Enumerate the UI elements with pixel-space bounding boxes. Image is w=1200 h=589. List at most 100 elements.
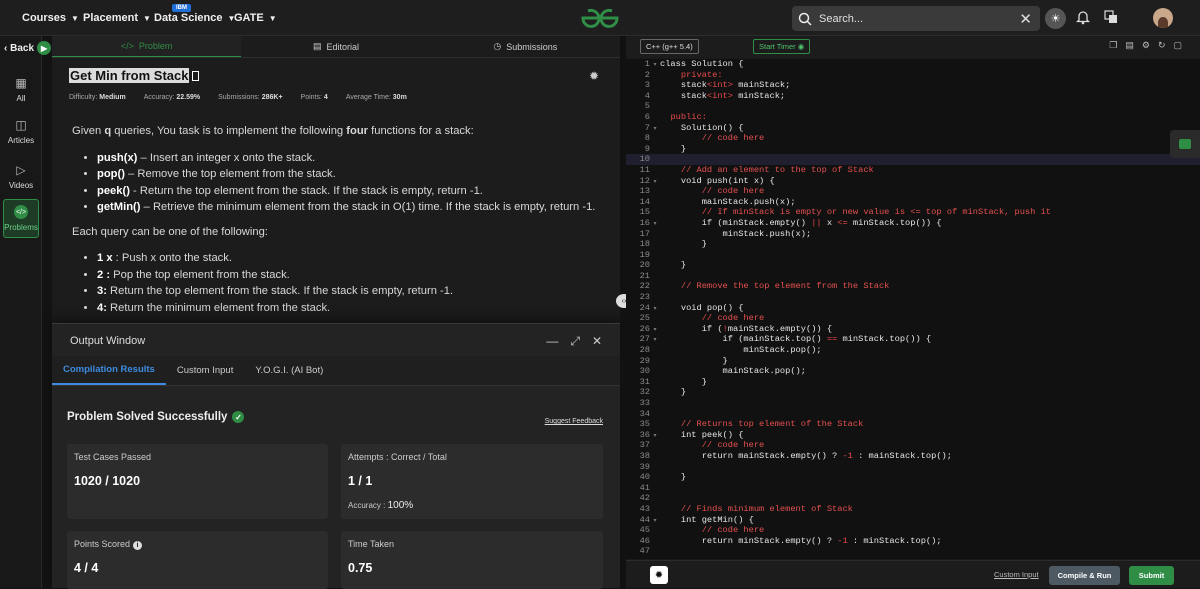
back-label: Back <box>10 42 35 54</box>
intro-part: functions for a stack: <box>368 125 474 137</box>
fullscreen-icon[interactable]: ▢ <box>1173 40 1182 51</box>
line-number: 17 <box>639 228 650 239</box>
bookmark-icon[interactable] <box>192 71 200 81</box>
line-number: 14 <box>639 196 650 207</box>
points-label: Points: <box>300 94 322 101</box>
language-select[interactable]: C++ (g++ 5.4) <box>640 39 699 54</box>
code-text: if (mainStack.top() == minStack.top()) { <box>660 334 932 345</box>
line-number: 4 <box>644 90 650 101</box>
line-number: 44 <box>639 514 650 525</box>
code-text: minStack.push(x); <box>660 228 812 239</box>
sidebar-item-problems[interactable]: </> Problems <box>3 199 39 238</box>
tab-custom-input[interactable]: Custom Input <box>166 356 245 385</box>
code-text: mainStack.pop(); <box>660 366 806 377</box>
code-text: // Finds minimum element of Stack <box>660 503 853 514</box>
file-icon[interactable]: ▤ <box>1125 40 1134 51</box>
editor-actions: ❐ ▤ ⚙ ↻ ▢ <box>1109 40 1182 51</box>
list-item: 4: Return the minimum element from the s… <box>97 300 602 317</box>
bug-report-icon[interactable]: ✹ <box>589 69 599 83</box>
problem-title-text: Get Min from Stack <box>69 68 190 83</box>
nav-data-science-label: Data Science <box>154 12 223 24</box>
minimize-icon[interactable]: — <box>546 334 558 349</box>
nav-courses[interactable]: Courses ▼ <box>22 0 79 36</box>
code-line: 16 ▾ if (minStack.empty() || x <= minStac… <box>626 218 1200 229</box>
bell-icon[interactable] <box>1076 9 1090 25</box>
chat-icon[interactable] <box>1170 130 1200 158</box>
line-number: 23 <box>639 292 650 303</box>
nav-gate[interactable]: GATE ▼ <box>234 0 277 36</box>
code-line: 1 ▾ class Solution { <box>626 59 1200 70</box>
code-line: 13 // code here <box>626 186 1200 197</box>
sidebar-item-videos[interactable]: ▷ Videos <box>0 163 42 190</box>
line-number: 40 <box>639 472 650 483</box>
tab-submissions[interactable]: ◷ Submissions <box>431 36 620 57</box>
test-cases-label: Test Cases Passed <box>74 452 152 462</box>
search-input[interactable] <box>819 12 1009 25</box>
line-number: 39 <box>639 461 650 472</box>
code-text: if (!mainStack.empty()) { <box>660 323 833 334</box>
code-text: mainStack.push(x); <box>660 196 796 207</box>
ai-assist-icon[interactable]: ✹ <box>650 566 668 584</box>
code-text: void pop() { <box>660 302 744 313</box>
translate-icon[interactable] <box>1104 10 1118 24</box>
reset-icon[interactable]: ↻ <box>1158 40 1166 51</box>
code-keyword: <int> <box>706 90 733 101</box>
line-number: 9 <box>644 143 650 154</box>
avg-time-label: Average Time: <box>345 94 391 101</box>
gfg-logo-icon[interactable] <box>580 7 620 29</box>
tab-editorial[interactable]: ▤ Editorial <box>241 36 430 57</box>
line-number: 21 <box>639 270 650 281</box>
code-area[interactable]: 1 ▾ class Solution {2 private: 3 stack<int>… <box>626 59 1200 559</box>
query-name: 4: <box>97 301 107 314</box>
theme-toggle-icon[interactable]: ☀ <box>1045 8 1066 29</box>
page-title: Get Min from Stack <box>69 68 200 83</box>
output-title: Output Window <box>70 335 146 347</box>
submit-button[interactable]: Submit <box>1129 566 1174 585</box>
query-intro: Each query can be one of the following: <box>72 225 268 238</box>
attempts-card: Attempts : Correct / Total 1 / 1 Accurac… <box>341 444 603 519</box>
tab-yogi-ai-bot[interactable]: Y.O.G.I. (AI Bot) <box>244 356 334 385</box>
attempts-value: 1 / 1 <box>348 474 373 488</box>
book-icon: ◫ <box>15 118 27 132</box>
submissions-label: Submissions: <box>218 94 260 101</box>
avatar[interactable] <box>1153 8 1173 28</box>
tab-compilation-results[interactable]: Compilation Results <box>52 356 166 385</box>
code-text: } <box>660 143 687 154</box>
code-text: } <box>660 472 687 483</box>
search-icon <box>798 12 812 26</box>
code-line: 14 mainStack.push(x); <box>626 197 1200 208</box>
sidebar-item-articles[interactable]: ◫ Articles <box>0 118 42 145</box>
suggest-feedback-link[interactable]: Suggest Feedback <box>545 418 603 425</box>
code-line: 25 // code here <box>626 313 1200 324</box>
compile-run-button[interactable]: Compile & Run <box>1049 566 1120 585</box>
start-timer-button[interactable]: Start Timer ◉ <box>753 39 811 54</box>
line-number: 5 <box>644 101 650 112</box>
info-icon[interactable]: i <box>133 541 143 550</box>
code-line: 40 } <box>626 472 1200 483</box>
back-button[interactable]: ‹ Back ▶ <box>4 41 52 55</box>
line-number: 33 <box>639 398 650 408</box>
avg-time-value: 30m <box>392 94 407 101</box>
line-number: 13 <box>639 186 650 197</box>
nav-placement[interactable]: Placement ▼ <box>83 0 151 36</box>
close-icon[interactable]: ✕ <box>592 334 602 349</box>
custom-input-link[interactable]: Custom Input <box>994 570 1039 579</box>
sidebar-item-all[interactable]: ▦ All <box>0 76 42 103</box>
code-text: int getMin() { <box>660 514 754 525</box>
code-text: // code here <box>660 440 765 451</box>
nav-data-science[interactable]: Data Science ▼ <box>154 0 235 36</box>
close-icon[interactable]: ✕ <box>1019 10 1032 28</box>
copy-icon[interactable]: ❐ <box>1109 40 1117 51</box>
tab-problem[interactable]: </> Problem <box>52 36 242 57</box>
points: Points: 4 <box>301 94 328 101</box>
code-text: // Remove the top element from the Stack <box>660 281 890 292</box>
code-text: minStack.pop(); <box>660 345 822 356</box>
line-number: 11 <box>639 164 650 175</box>
search-box[interactable]: ✕ <box>792 6 1040 31</box>
points-card: Points Scored i 4 / 4 <box>67 531 328 589</box>
settings-icon[interactable]: ⚙ <box>1142 40 1150 51</box>
difficulty-value: Medium <box>99 94 126 101</box>
maximize-icon[interactable]: ⤢ <box>570 334 580 349</box>
intro-part: Given <box>72 125 105 137</box>
intro-text: Given q queries, You task is to implemen… <box>72 123 602 140</box>
